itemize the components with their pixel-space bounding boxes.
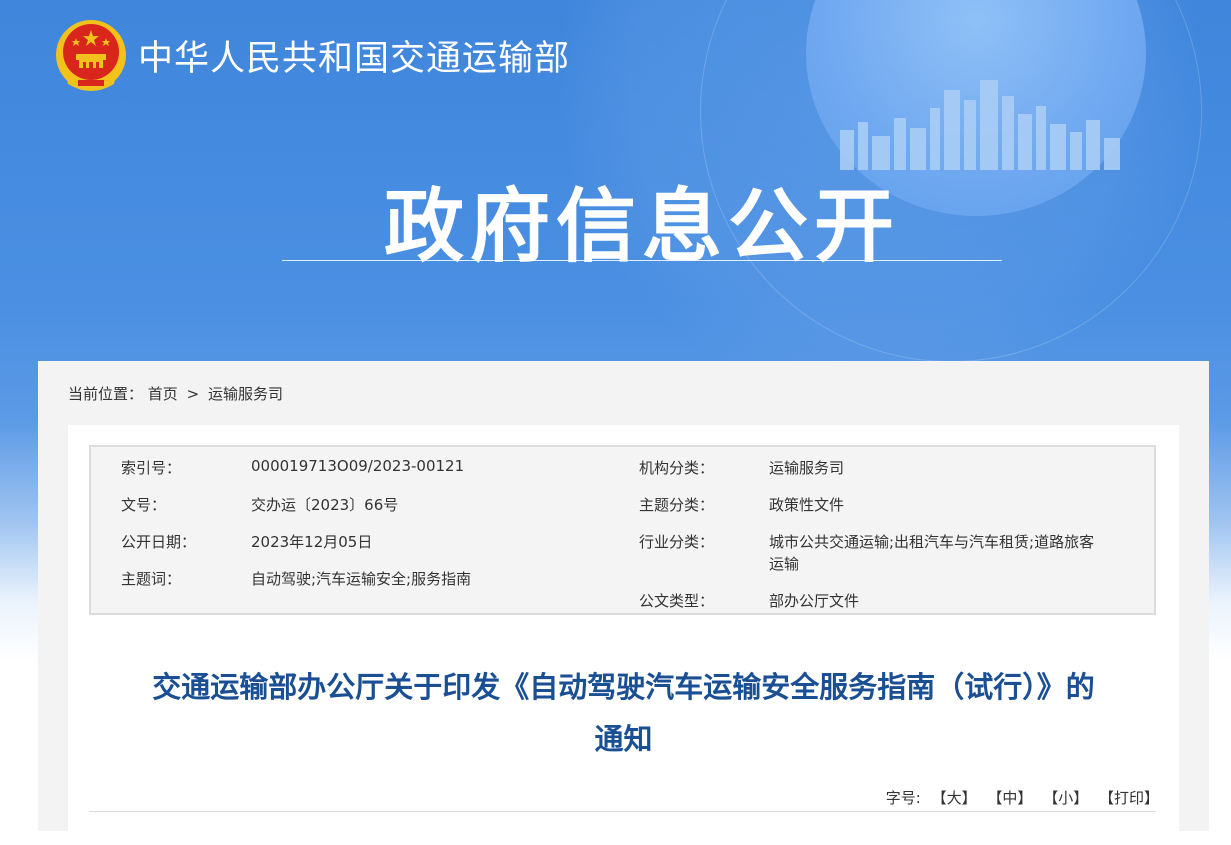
meta-docno-value: 交办运〔2023〕66号	[251, 496, 399, 514]
meta-topic-label: 主题分类：	[639, 496, 715, 514]
meta-date-label: 公开日期：	[121, 533, 197, 551]
content-divider	[89, 811, 1156, 812]
font-size-large-button[interactable]: 【大】	[932, 787, 977, 808]
document-title-line1: 交通运输部办公厅关于印发《自动驾驶汽车运输安全服务指南（试行）》的	[152, 670, 1095, 704]
meta-doctype-value: 部办公厅文件	[769, 592, 860, 610]
print-button[interactable]: 【打印】	[1099, 787, 1159, 808]
meta-industry-value-line1: 城市公共交通运输;出租汽车与汽车租赁;道路旅客	[769, 533, 1095, 551]
document-metadata-table: 索引号： 000019713O09/2023-00121 文号： 交办运〔202…	[89, 445, 1156, 615]
meta-index-label: 索引号：	[121, 459, 182, 477]
breadcrumb-prefix: 当前位置：	[68, 385, 144, 403]
meta-date-value: 2023年12月05日	[251, 533, 373, 551]
city-skyline-icon	[840, 80, 1120, 170]
meta-keywords-label: 主题词：	[121, 570, 182, 588]
font-size-controls: 字号: 【大】 【中】 【小】 【打印】	[886, 787, 1159, 808]
meta-org-value: 运输服务司	[769, 459, 845, 477]
title-divider	[282, 260, 1002, 261]
font-size-small-button[interactable]: 【小】	[1043, 787, 1088, 808]
breadcrumb-home-link[interactable]: 首页	[148, 383, 178, 404]
national-emblem-logo	[56, 20, 126, 91]
meta-org-label: 机构分类：	[639, 459, 715, 477]
meta-index-value: 000019713O09/2023-00121	[251, 457, 465, 475]
ministry-name[interactable]: 中华人民共和国交通运输部	[138, 30, 570, 81]
breadcrumb-current-link[interactable]: 运输服务司	[208, 383, 283, 404]
meta-docno-label: 文号：	[121, 496, 167, 514]
font-size-label: 字号:	[885, 789, 921, 807]
document-title: 交通运输部办公厅关于印发《自动驾驶汽车运输安全服务指南（试行）》的 通知	[68, 661, 1179, 765]
article-panel: 索引号： 000019713O09/2023-00121 文号： 交办运〔202…	[68, 425, 1179, 845]
document-title-line2: 通知	[594, 722, 653, 756]
breadcrumb: 当前位置： 首页 > 运输服务司	[68, 383, 283, 404]
meta-keywords-value: 自动驾驶;汽车运输安全;服务指南	[251, 570, 472, 588]
breadcrumb-separator: >	[186, 385, 200, 403]
meta-topic-value: 政策性文件	[769, 496, 845, 514]
font-size-medium-button[interactable]: 【中】	[987, 787, 1032, 808]
content-card: 当前位置： 首页 > 运输服务司 索引号： 000019713O09/2023-…	[38, 361, 1209, 845]
meta-doctype-label: 公文类型：	[639, 592, 715, 610]
meta-industry-label: 行业分类：	[639, 533, 715, 551]
meta-industry-value-line2: 运输	[769, 555, 800, 573]
